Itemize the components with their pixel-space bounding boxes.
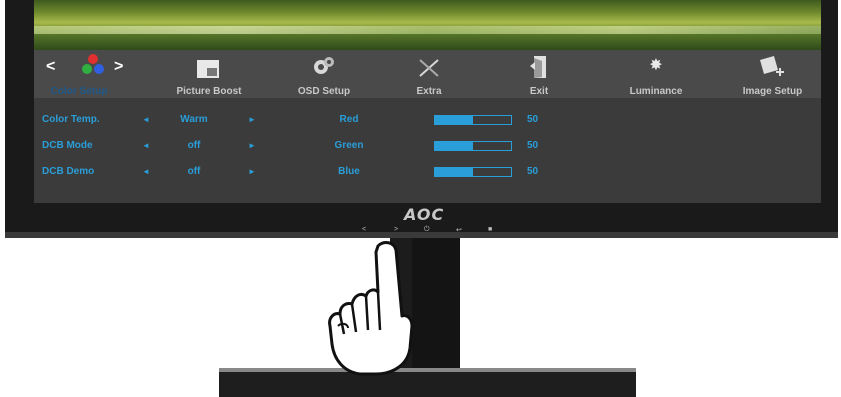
tab-label: Exit — [529, 86, 549, 97]
exit-door-icon — [530, 56, 546, 78]
bezel-left-button[interactable]: < — [362, 226, 366, 233]
tab-label: Picture Boost — [176, 86, 242, 97]
pointing-hand-icon — [328, 241, 414, 376]
tab-picture-boost[interactable]: Picture Boost — [159, 50, 259, 98]
color-dots-icon — [80, 54, 106, 80]
tab-label: Extra — [416, 86, 442, 97]
power-icon[interactable]: ⏻ — [424, 226, 430, 234]
setting-label: DCB Mode — [42, 140, 93, 151]
auto-exit-icon[interactable]: ↩ — [456, 226, 462, 234]
setting-value[interactable]: off — [164, 140, 224, 151]
luminance-sun-icon: ✸ — [649, 57, 663, 74]
setting-row-dcb-demo: DCB Demo ◄ off ► Blue 50 — [34, 166, 821, 188]
tab-luminance[interactable]: ✸ Luminance — [606, 50, 706, 98]
slider-value: 50 — [527, 166, 539, 177]
tab-extra[interactable]: Extra — [384, 50, 474, 98]
slider-value: 50 — [527, 140, 539, 151]
monitor-control-strip: AOC < > ⏻ ↩ ■ — [360, 205, 510, 235]
extra-tools-icon — [419, 59, 439, 77]
setting-label: DCB Demo — [42, 166, 95, 177]
osd-menu: < > Color Setup Picture Boost OSD Setup … — [34, 50, 821, 203]
setting-value[interactable]: off — [164, 166, 224, 177]
increase-arrow[interactable]: ► — [248, 141, 256, 150]
image-setup-icon — [760, 56, 784, 76]
tab-label: Color Setup — [50, 86, 108, 97]
increase-arrow[interactable]: ► — [248, 167, 256, 176]
color-label: Blue — [338, 166, 360, 177]
picture-boost-icon — [197, 60, 219, 78]
increase-arrow[interactable]: ► — [248, 115, 256, 124]
decrease-arrow[interactable]: ◄ — [142, 167, 150, 176]
color-label: Green — [334, 140, 364, 151]
tab-color-setup[interactable]: < > Color Setup — [34, 50, 149, 98]
color-setup-panel: Color Temp. ◄ Warm ► Red 50 DCB Mode ◄ o… — [34, 104, 821, 194]
blue-slider[interactable] — [434, 167, 512, 177]
osd-setup-icon — [314, 57, 334, 74]
tab-label: Image Setup — [742, 86, 803, 97]
color-label: Red — [339, 114, 359, 125]
bezel-right-button[interactable]: > — [394, 226, 398, 233]
setting-label: Color Temp. — [42, 114, 100, 125]
setting-row-color-temp: Color Temp. ◄ Warm ► Red 50 — [34, 114, 821, 136]
slider-value: 50 — [527, 114, 539, 125]
menu-button[interactable]: ■ — [488, 226, 492, 233]
nav-right-arrow[interactable]: > — [114, 58, 123, 76]
osd-tab-bar: < > Color Setup Picture Boost OSD Setup … — [34, 50, 821, 98]
green-slider[interactable] — [434, 141, 512, 151]
red-slider[interactable] — [434, 115, 512, 125]
aoc-logo: AOC — [404, 205, 445, 224]
tab-exit[interactable]: Exit — [494, 50, 584, 98]
monitor-screen: < > Color Setup Picture Boost OSD Setup … — [34, 0, 821, 203]
decrease-arrow[interactable]: ◄ — [142, 141, 150, 150]
tab-label: OSD Setup — [297, 86, 351, 97]
tab-label: Luminance — [629, 86, 683, 97]
nav-left-arrow[interactable]: < — [46, 58, 55, 76]
setting-row-dcb-mode: DCB Mode ◄ off ► Green 50 — [34, 140, 821, 162]
background-landscape-image — [34, 0, 821, 50]
tab-osd-setup[interactable]: OSD Setup — [274, 50, 374, 98]
decrease-arrow[interactable]: ◄ — [142, 115, 150, 124]
setting-value[interactable]: Warm — [164, 114, 224, 125]
tab-image-setup[interactable]: Image Setup — [724, 50, 821, 98]
